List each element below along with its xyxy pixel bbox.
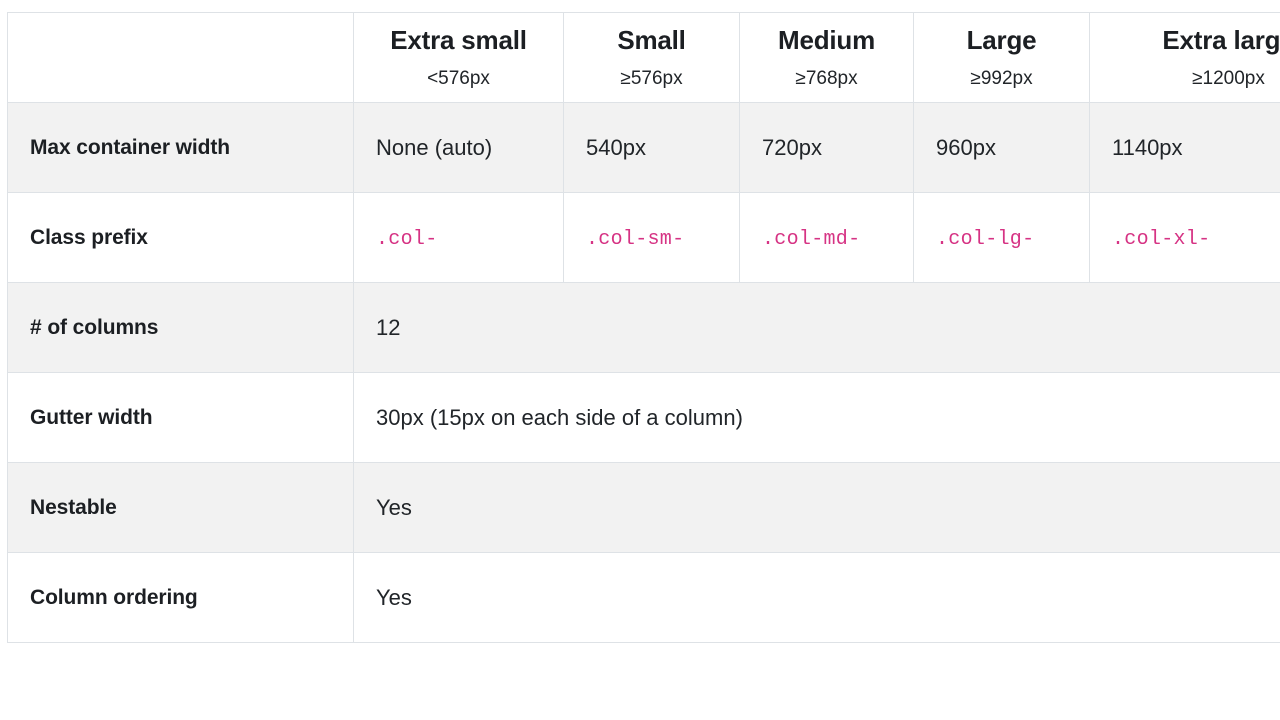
table-row: Max container width None (auto) 540px 72…	[7, 102, 1280, 193]
breakpoint-name: Small	[617, 25, 686, 56]
cell-gutter-width: 30px (15px on each side of a column)	[353, 372, 1280, 463]
class-prefix-code: .col-xl-	[1112, 228, 1211, 251]
cell-class-prefix-xs: .col-	[353, 192, 564, 283]
breakpoint-range: ≥1200px	[1192, 67, 1265, 89]
row-label-column-ordering: Column ordering	[7, 552, 354, 643]
table-row: Nestable Yes	[7, 462, 1280, 553]
table-header-row: Extra small <576px Small ≥576px Medium ≥…	[7, 12, 1280, 103]
breakpoint-range: ≥992px	[970, 67, 1033, 89]
row-label-class-prefix: Class prefix	[7, 192, 354, 283]
breakpoint-header-large: Large ≥992px	[913, 12, 1090, 103]
breakpoint-header-extra-small: Extra small <576px	[353, 12, 564, 103]
breakpoint-name: Medium	[777, 25, 876, 56]
cell-nestable: Yes	[353, 462, 1280, 553]
class-prefix-code: .col-md-	[762, 228, 861, 251]
cell-max-container-width-lg: 960px	[913, 102, 1090, 193]
cell-class-prefix-sm: .col-sm-	[563, 192, 740, 283]
row-label-max-container-width: Max container width	[7, 102, 354, 193]
breakpoint-range: ≥576px	[620, 67, 683, 89]
grid-options-table: Extra small <576px Small ≥576px Medium ≥…	[7, 12, 1280, 643]
cell-max-container-width-md: 720px	[739, 102, 914, 193]
breakpoint-name: Large	[966, 25, 1037, 56]
table-row: # of columns 12	[7, 282, 1280, 373]
table-row: Column ordering Yes	[7, 552, 1280, 643]
cell-max-container-width-xl: 1140px	[1089, 102, 1280, 193]
table-body: Max container width None (auto) 540px 72…	[7, 102, 1280, 643]
cell-class-prefix-md: .col-md-	[739, 192, 914, 283]
cell-class-prefix-xl: .col-xl-	[1089, 192, 1280, 283]
class-prefix-code: .col-sm-	[586, 228, 685, 251]
breakpoint-header-extra-large: Extra large ≥1200px	[1089, 12, 1280, 103]
table-header: Extra small <576px Small ≥576px Medium ≥…	[7, 12, 1280, 103]
table-row: Class prefix .col- .col-sm- .col-md- .co…	[7, 192, 1280, 283]
breakpoint-name: Extra large	[1162, 25, 1280, 56]
grid-options-table-wrapper: Extra small <576px Small ≥576px Medium ≥…	[7, 12, 1280, 643]
breakpoint-name: Extra small	[390, 25, 527, 56]
table-row: Gutter width 30px (15px on each side of …	[7, 372, 1280, 463]
row-label-number-of-columns: # of columns	[7, 282, 354, 373]
cell-max-container-width-xs: None (auto)	[353, 102, 564, 193]
class-prefix-code: .col-	[376, 228, 438, 251]
table-corner-cell	[7, 12, 354, 103]
breakpoint-header-medium: Medium ≥768px	[739, 12, 914, 103]
row-label-nestable: Nestable	[7, 462, 354, 553]
breakpoint-header-small: Small ≥576px	[563, 12, 740, 103]
cell-class-prefix-lg: .col-lg-	[913, 192, 1090, 283]
cell-number-of-columns: 12	[353, 282, 1280, 373]
breakpoint-range: <576px	[427, 67, 490, 89]
cell-column-ordering: Yes	[353, 552, 1280, 643]
row-label-gutter-width: Gutter width	[7, 372, 354, 463]
cell-max-container-width-sm: 540px	[563, 102, 740, 193]
class-prefix-code: .col-lg-	[936, 228, 1035, 251]
breakpoint-range: ≥768px	[795, 67, 858, 89]
